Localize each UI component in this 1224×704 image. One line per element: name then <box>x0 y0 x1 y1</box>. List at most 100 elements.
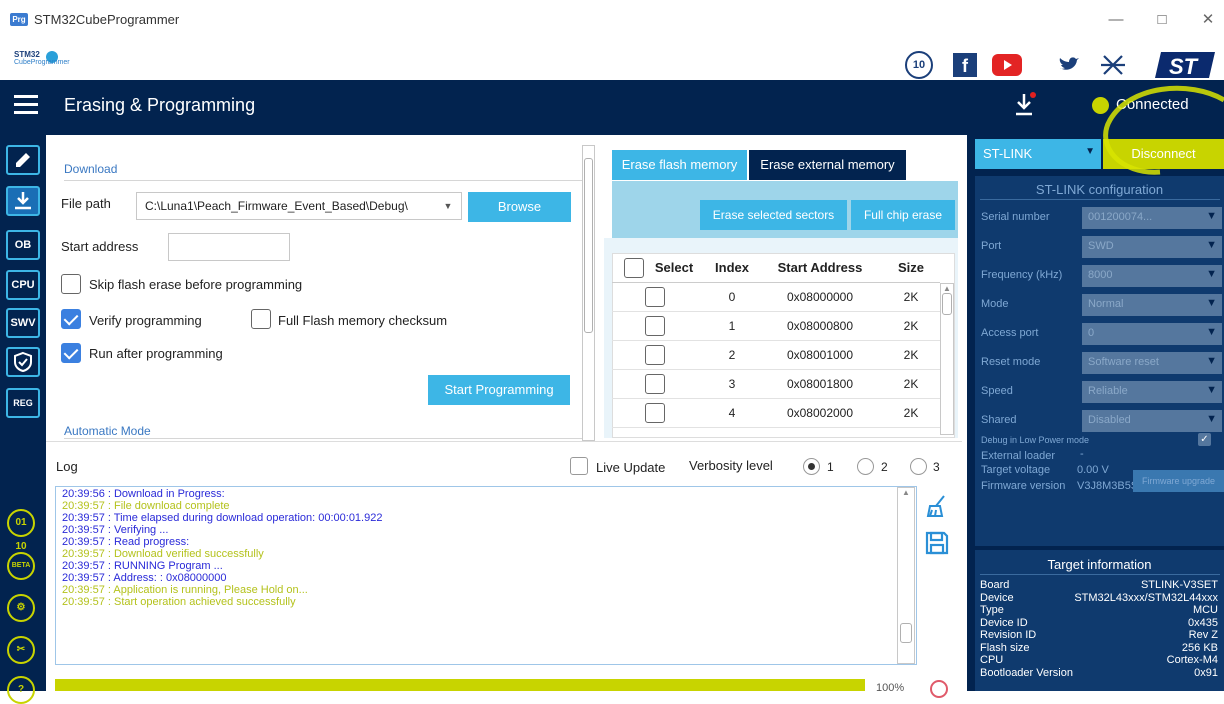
sector-address-cell: 0x08000000 <box>786 290 854 304</box>
sidebar-round-plugin-icon[interactable]: ✂ <box>7 636 35 664</box>
verbosity-radio-3[interactable] <box>910 458 927 475</box>
cancel-progress-icon[interactable] <box>930 680 948 698</box>
debug-low-power-label: Debug in Low Power mode <box>981 435 1090 445</box>
chevron-down-icon: ▼ <box>1206 355 1217 367</box>
config-field-select[interactable]: 001200074... ▼ <box>1082 207 1222 229</box>
file-path-value: C:\Luna1\Peach_Firmware_Event_Based\Debu… <box>145 199 408 213</box>
log-scrollbar[interactable]: ▲ <box>897 487 915 664</box>
config-field-select[interactable]: 0 ▼ <box>1082 323 1222 345</box>
verbosity-level-3: 3 <box>933 460 940 474</box>
target-info-row: Board STLINK-V3SET <box>980 579 1218 591</box>
sidebar-item-cpu[interactable]: CPU <box>6 270 40 300</box>
config-field-label: Access port <box>981 327 1039 339</box>
config-field-value: SWD <box>1088 240 1114 252</box>
live-update-checkbox[interactable] <box>570 457 588 475</box>
facebook-icon[interactable]: f <box>950 50 980 80</box>
download-icon[interactable] <box>1012 92 1036 118</box>
youtube-icon[interactable] <box>992 50 1022 80</box>
config-field-label: Frequency (kHz) <box>981 269 1063 281</box>
config-field-value: Disabled <box>1088 414 1131 426</box>
chevron-down-icon: ▼ <box>1206 268 1217 280</box>
select-all-checkbox[interactable] <box>624 258 644 278</box>
firmware-upgrade-button[interactable]: Firmware upgrade <box>1133 470 1224 492</box>
config-field-value: Normal <box>1088 298 1124 310</box>
config-field-select[interactable]: Normal ▼ <box>1082 294 1222 316</box>
clear-log-icon[interactable] <box>924 494 950 520</box>
column-start-address: Start Address <box>777 260 863 275</box>
target-info-label: Board <box>980 579 1010 591</box>
start-address-input[interactable] <box>168 233 290 261</box>
sectors-scrollbar[interactable]: ▲ <box>940 283 954 435</box>
target-info-row: Type MCU <box>980 604 1218 616</box>
start-programming-button[interactable]: Start Programming <box>428 375 570 405</box>
full-chip-erase-button[interactable]: Full chip erase <box>851 200 955 230</box>
skip-erase-checkbox[interactable] <box>61 274 81 294</box>
config-field-select[interactable]: SWD ▼ <box>1082 236 1222 258</box>
hamburger-menu-icon[interactable] <box>14 95 38 115</box>
sector-select-checkbox[interactable] <box>645 316 665 336</box>
config-field-select[interactable]: 8000 ▼ <box>1082 265 1222 287</box>
full-checksum-label: Full Flash memory checksum <box>278 313 448 328</box>
config-field-label: Port <box>981 240 1002 252</box>
target-voltage-value: 0.00 V <box>1077 464 1109 476</box>
column-size: Size <box>897 260 924 275</box>
log-line: 20:39:57 : Download verified successfull… <box>62 548 264 560</box>
sector-size-cell: 2K <box>903 290 919 304</box>
sector-size-cell: 2K <box>903 406 919 420</box>
verbosity-level-1: 1 <box>827 460 834 474</box>
verify-programming-checkbox[interactable] <box>61 309 81 329</box>
config-field-label: Serial number <box>981 211 1050 223</box>
memory-edit-icon[interactable] <box>6 145 40 175</box>
sidebar-round-beta[interactable]: BETA <box>7 552 35 580</box>
sector-select-checkbox[interactable] <box>645 403 665 423</box>
progress-bar <box>55 679 865 691</box>
twitter-icon[interactable] <box>1054 50 1084 80</box>
sector-size-cell: 2K <box>903 319 919 333</box>
config-field-label: Mode <box>981 298 1009 310</box>
sector-select-checkbox[interactable] <box>645 374 665 394</box>
close-button[interactable]: ✕ <box>1196 8 1220 32</box>
sidebar-item-reg[interactable]: REG <box>6 388 40 418</box>
tab-erase-flash[interactable]: Erase flash memory <box>612 150 747 180</box>
sidebar-item-ob[interactable]: OB <box>6 230 40 260</box>
sector-index-cell: 2 <box>728 348 736 362</box>
verbosity-label: Verbosity level <box>689 458 773 473</box>
run-after-checkbox[interactable] <box>61 343 81 363</box>
target-info-value: MCU <box>1192 604 1218 616</box>
brand-logo-line1: STM32 <box>14 50 40 59</box>
log-output[interactable]: 20:39:56 : Download in Progress: 20:39:57… <box>55 486 917 665</box>
browse-button[interactable]: Browse <box>468 192 571 222</box>
file-path-input[interactable]: C:\Luna1\Peach_Firmware_Event_Based\Debu… <box>136 192 462 220</box>
config-field-select[interactable]: Reliable ▼ <box>1082 381 1222 403</box>
sidebar-item-swv[interactable]: SWV <box>6 308 40 338</box>
file-path-dropdown-icon[interactable]: ▼ <box>438 196 458 216</box>
sector-select-checkbox[interactable] <box>645 345 665 365</box>
chevron-down-icon: ▼ <box>1206 210 1217 222</box>
security-shield-icon[interactable] <box>6 347 40 377</box>
erasing-programming-icon[interactable] <box>6 186 40 216</box>
save-log-icon[interactable] <box>924 530 950 556</box>
target-info-value: 256 KB <box>1181 641 1218 654</box>
anniversary-badge-icon[interactable]: 10 <box>904 50 934 80</box>
config-field-select[interactable]: Disabled ▼ <box>1082 410 1222 432</box>
verbosity-radio-2[interactable] <box>857 458 874 475</box>
help-icon[interactable]: ? <box>7 676 35 704</box>
sidebar-round-binary[interactable]: 01 10 <box>7 509 35 552</box>
verbosity-radio-1[interactable] <box>803 458 820 475</box>
sector-address-cell: 0x08002000 <box>786 406 854 420</box>
live-update-label: Live Update <box>596 460 666 475</box>
config-field-select[interactable]: Software reset ▼ <box>1082 352 1222 374</box>
minimize-button[interactable]: — <box>1104 8 1128 32</box>
network-icon[interactable] <box>1098 50 1128 80</box>
automatic-mode-label: Automatic Mode <box>64 424 151 438</box>
erase-selected-sectors-button[interactable]: Erase selected sectors <box>700 200 847 230</box>
download-scrollbar[interactable] <box>582 145 595 441</box>
sidebar-round-chip-icon[interactable]: ⚙ <box>7 594 35 622</box>
sector-select-checkbox[interactable] <box>645 287 665 307</box>
sector-size-cell: 2K <box>903 348 919 362</box>
log-line: 20:39:57 : Start operation achieved succ… <box>62 596 296 608</box>
debug-low-power-checkbox[interactable]: ✓ <box>1198 433 1211 446</box>
maximize-button[interactable]: □ <box>1150 8 1174 32</box>
tab-erase-external[interactable]: Erase external memory <box>749 150 906 180</box>
full-checksum-checkbox[interactable] <box>251 309 271 329</box>
